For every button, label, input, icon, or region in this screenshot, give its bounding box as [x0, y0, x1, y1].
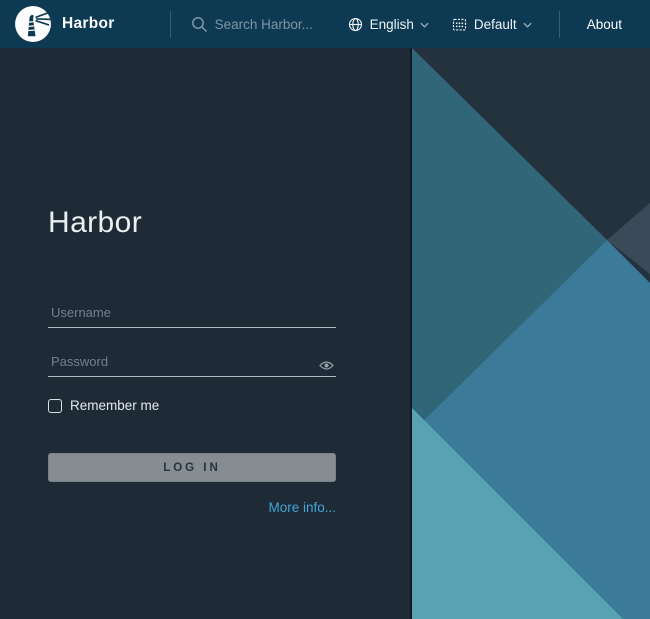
- header-divider: [559, 11, 560, 38]
- more-info-link[interactable]: More info...: [268, 500, 336, 515]
- globe-icon: [348, 17, 363, 32]
- language-label: English: [370, 17, 414, 32]
- theme-dropdown[interactable]: Default: [452, 17, 532, 32]
- brand-title[interactable]: Harbor: [62, 15, 115, 33]
- login-panel: Harbor Remember me: [0, 48, 410, 619]
- password-field-wrap: [48, 352, 336, 377]
- theme-label: Default: [474, 17, 517, 32]
- header-search: [191, 16, 348, 33]
- header: Harbor English: [0, 0, 650, 48]
- main: Harbor Remember me: [0, 48, 650, 619]
- chevron-down-icon: [420, 22, 429, 28]
- eye-icon: [319, 360, 334, 371]
- username-field-wrap: [48, 303, 336, 328]
- theme-grid-icon: [452, 17, 467, 32]
- harbor-logo[interactable]: [14, 5, 52, 43]
- header-divider: [170, 11, 171, 38]
- remember-me-label: Remember me: [70, 398, 159, 413]
- remember-me-checkbox[interactable]: [48, 399, 62, 413]
- chevron-down-icon: [523, 22, 532, 28]
- search-icon: [191, 16, 208, 33]
- harbor-lighthouse-icon: [14, 5, 52, 43]
- more-info-row: More info...: [48, 499, 336, 517]
- geometric-background: [412, 48, 650, 619]
- username-input[interactable]: [48, 303, 336, 328]
- page-title: Harbor: [48, 205, 336, 241]
- harbor-login-page: Harbor English: [0, 0, 650, 619]
- search-input[interactable]: [213, 16, 348, 33]
- password-visibility-toggle[interactable]: [319, 360, 334, 371]
- log-in-button[interactable]: LOG IN: [48, 453, 336, 482]
- remember-me-row: Remember me: [48, 398, 336, 413]
- language-dropdown[interactable]: English: [348, 17, 429, 32]
- about-link[interactable]: About: [587, 17, 622, 32]
- password-input[interactable]: [48, 352, 336, 377]
- background-graphic-panel: [410, 48, 650, 619]
